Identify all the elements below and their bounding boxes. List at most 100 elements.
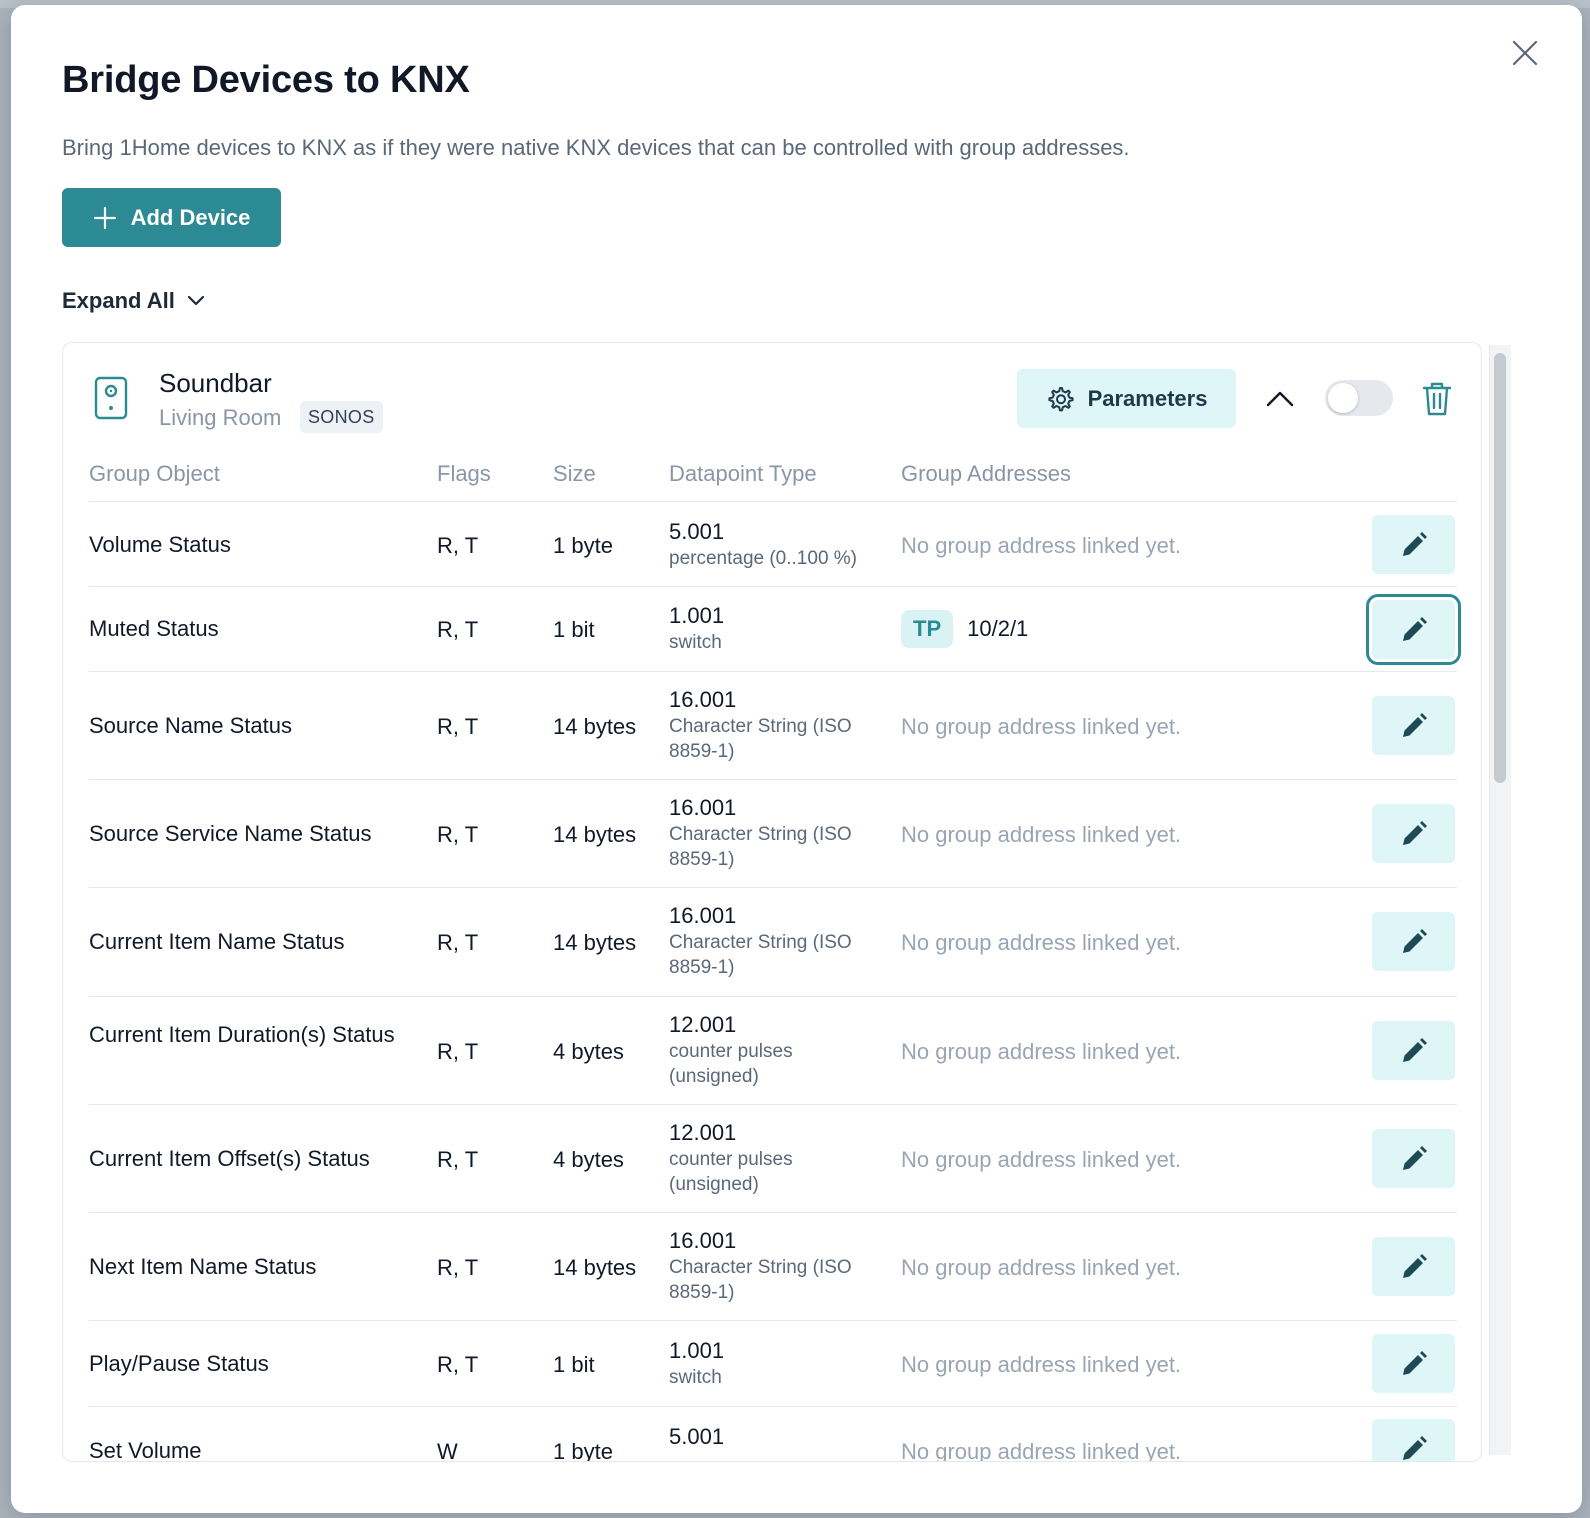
datapoint-number: 12.001 <box>669 1120 737 1145</box>
device-enabled-toggle[interactable] <box>1325 380 1393 416</box>
group-object-name: Current Item Offset(s) Status <box>89 1146 370 1171</box>
pencil-icon <box>1402 1037 1427 1062</box>
device-brand-badge: SONOS <box>300 401 383 433</box>
column-header-group-addresses: Group Addresses <box>901 461 1071 486</box>
datapoint-type: 1.001 switch <box>669 1337 879 1390</box>
flags-value: R, T <box>437 1147 479 1172</box>
table-row: Play/Pause Status R, T 1 bit 1.001 switc… <box>89 1320 1457 1406</box>
pencil-icon <box>1402 1350 1427 1375</box>
edit-button[interactable] <box>1372 1419 1455 1461</box>
delete-device-button[interactable] <box>1419 379 1455 419</box>
group-object-name: Current Item Duration(s) Status <box>89 1022 395 1047</box>
column-header-size: Size <box>553 461 596 486</box>
table-row: Muted Status R, T 1 bit 1.001 switch TP … <box>89 586 1461 671</box>
pencil-icon <box>1402 928 1427 953</box>
datapoint-type: 1.001 switch <box>669 602 879 655</box>
group-object-name: Next Item Name Status <box>89 1254 317 1279</box>
trash-icon <box>1422 382 1452 416</box>
pencil-icon <box>1402 1435 1427 1460</box>
datapoint-number: 12.001 <box>669 1012 737 1037</box>
datapoint-type: 16.001 Character String (ISO 8859-1) <box>669 1227 879 1305</box>
size-value: 14 bytes <box>553 822 637 847</box>
add-device-button[interactable]: Add Device <box>62 188 281 247</box>
collapse-device-button[interactable] <box>1260 381 1300 417</box>
size-value: 1 bit <box>553 1352 595 1377</box>
edit-button[interactable] <box>1372 1129 1455 1188</box>
datapoint-number: 16.001 <box>669 687 737 712</box>
datapoint-type: 5.001 percentage (0..100 %) <box>669 518 879 571</box>
group-object-name: Set Volume <box>89 1438 202 1462</box>
gear-icon <box>1047 386 1074 411</box>
modal-subtitle: Bring 1Home devices to KNX as if they we… <box>62 135 1130 160</box>
group-address-empty: No group address linked yet. <box>901 533 1182 558</box>
close-button[interactable] <box>1507 35 1543 71</box>
add-device-label: Add Device <box>130 204 251 230</box>
datapoint-description: Character String (ISO 8859-1) <box>669 932 852 978</box>
edit-button[interactable] <box>1372 912 1455 971</box>
group-object-name: Muted Status <box>89 616 219 641</box>
group-address-empty: No group address linked yet. <box>901 1147 1182 1172</box>
size-value: 1 bit <box>553 617 595 642</box>
edit-button[interactable] <box>1372 1021 1455 1080</box>
flags-value: R, T <box>437 930 479 955</box>
group-address-empty: No group address linked yet. <box>901 1255 1182 1280</box>
edit-button[interactable] <box>1372 1237 1455 1296</box>
table-row: Set Volume W 1 byte 5.001 No group addre… <box>89 1406 1457 1462</box>
flags-value: R, T <box>437 1255 479 1280</box>
pencil-icon <box>1402 712 1427 737</box>
edit-button[interactable] <box>1372 696 1455 755</box>
flags-value: R, T <box>437 533 479 558</box>
edit-button[interactable] <box>1372 1334 1455 1393</box>
flags-value: R, T <box>437 822 479 847</box>
flags-value: R, T <box>437 714 479 739</box>
device-name: Soundbar <box>159 368 272 398</box>
group-address-empty: No group address linked yet. <box>901 1439 1182 1462</box>
table-row: Current Item Offset(s) Status R, T 4 byt… <box>89 1104 1457 1212</box>
datapoint-type: 16.001 Character String (ISO 8859-1) <box>669 686 879 764</box>
datapoint-description: Character String (ISO 8859-1) <box>669 824 852 870</box>
device-room: Living Room <box>159 405 282 430</box>
flags-value: W <box>437 1439 458 1462</box>
column-header-datapoint-type: Datapoint Type <box>669 461 817 486</box>
edit-button[interactable] <box>1366 594 1461 665</box>
edit-button[interactable] <box>1372 804 1455 863</box>
parameters-label: Parameters <box>1087 385 1208 411</box>
table-row: Volume Status R, T 1 byte 5.001 percenta… <box>89 501 1457 586</box>
datapoint-number: 16.001 <box>669 1228 737 1253</box>
plus-icon <box>93 206 116 229</box>
toggle-knob <box>1328 383 1358 413</box>
datapoint-number: 1.001 <box>669 1338 725 1363</box>
table-row: Source Name Status R, T 14 bytes 16.001 … <box>89 671 1457 779</box>
expand-all-toggle[interactable]: Expand All <box>62 288 205 314</box>
datapoint-number: 1.001 <box>669 603 725 628</box>
group-object-name: Volume Status <box>89 532 231 557</box>
scrollbar-thumb[interactable] <box>1494 353 1506 783</box>
datapoint-type: 12.001 counter pulses (unsigned) <box>669 1011 879 1089</box>
chevron-down-icon <box>187 295 204 306</box>
table-row: Source Service Name Status R, T 14 bytes… <box>89 779 1457 887</box>
group-address-empty: No group address linked yet. <box>901 822 1182 847</box>
flags-value: R, T <box>437 617 479 642</box>
datapoint-type: 5.001 <box>669 1423 879 1451</box>
datapoint-description: Character String (ISO 8859-1) <box>669 716 852 762</box>
group-address-empty: No group address linked yet. <box>901 1352 1182 1377</box>
datapoint-number: 16.001 <box>669 903 737 928</box>
parameters-button[interactable]: Parameters <box>1017 369 1236 428</box>
column-header-flags: Flags <box>437 461 491 486</box>
pencil-icon <box>1402 1145 1427 1170</box>
tp-badge: TP <box>901 610 954 648</box>
size-value: 14 bytes <box>553 930 637 955</box>
pencil-icon <box>1402 820 1427 845</box>
group-object-name: Play/Pause Status <box>89 1351 269 1376</box>
datapoint-number: 16.001 <box>669 795 737 820</box>
table-row: Current Item Name Status R, T 14 bytes 1… <box>89 887 1457 996</box>
table-row: Next Item Name Status R, T 14 bytes 16.0… <box>89 1212 1457 1320</box>
size-value: 1 byte <box>553 1439 613 1462</box>
datapoint-description: switch <box>669 632 722 653</box>
datapoint-number: 5.001 <box>669 519 725 544</box>
group-object-name: Source Name Status <box>89 713 292 738</box>
pencil-icon <box>1402 616 1427 641</box>
size-value: 14 bytes <box>553 714 637 739</box>
expand-all-label: Expand All <box>62 288 175 313</box>
edit-button[interactable] <box>1372 515 1455 574</box>
